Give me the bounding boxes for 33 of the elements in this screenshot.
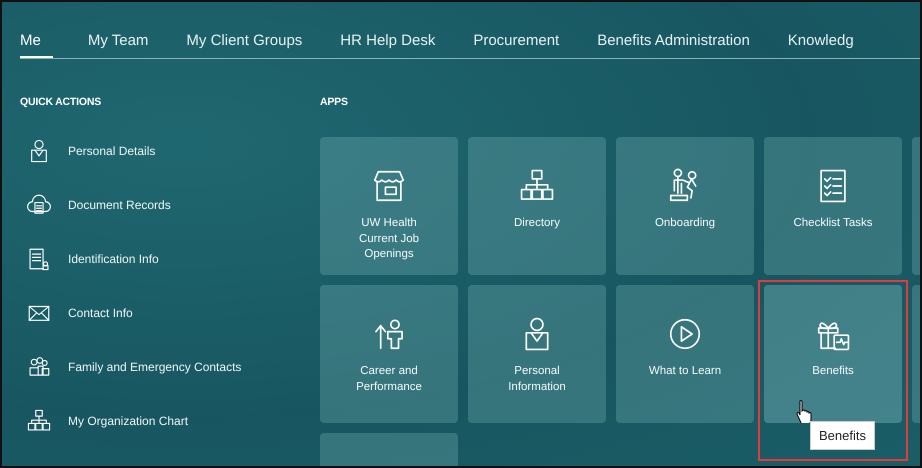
nav-tab[interactable]: My Team: [88, 32, 148, 58]
app-tile[interactable]: Career and Performance: [320, 285, 458, 423]
hand-cursor-icon: [794, 399, 814, 423]
quick-action-link[interactable]: Personal Details: [20, 124, 320, 178]
app-tile[interactable]: Benefits: [764, 285, 902, 423]
nav-tab[interactable]: My Client Groups: [186, 32, 302, 58]
app-tile[interactable]: UW Health Current Job Openings: [320, 137, 458, 275]
app-tile[interactable]: Onboarding: [616, 137, 754, 275]
section-heading: APPS: [320, 96, 349, 108]
section-heading: QUICK ACTIONS: [20, 96, 102, 108]
tile-label: Onboarding: [654, 216, 716, 231]
quick-action-link[interactable]: Contact Info: [20, 286, 320, 340]
quick-action-link[interactable]: Family and Emergency Contacts: [20, 340, 320, 394]
app-tile[interactable]: Personal Information: [468, 285, 606, 423]
nav-tab[interactable]: Procurement: [473, 32, 560, 58]
app-tile[interactable]: Directory: [468, 137, 606, 275]
tile-label: UW Health Current Job Openings: [358, 216, 420, 262]
nav-tab[interactable]: Knowledg: [788, 32, 854, 58]
app-tile[interactable]: What to Learn: [616, 285, 754, 423]
tile-label: Career and Performance: [355, 364, 423, 394]
quick-action-link[interactable]: Identification Info: [20, 232, 320, 286]
quick-action-link[interactable]: My Organization Chart: [20, 394, 320, 448]
tile-label: Personal Information: [507, 364, 567, 394]
nav-tab[interactable]: Benefits Administration: [597, 32, 750, 58]
tile-label: Directory: [514, 216, 560, 231]
app-tile[interactable]: Checklist Tasks: [764, 137, 902, 275]
nav-tab[interactable]: HR Help Desk: [340, 32, 436, 58]
tile-label: What to Learn: [648, 364, 722, 379]
nav-tab[interactable]: Me: [20, 32, 53, 58]
tile-label: Benefits: [812, 364, 854, 379]
tile-label: Checklist Tasks: [793, 216, 873, 231]
tooltip: Benefits: [810, 421, 875, 450]
quick-action-link[interactable]: Document Records: [20, 178, 320, 232]
